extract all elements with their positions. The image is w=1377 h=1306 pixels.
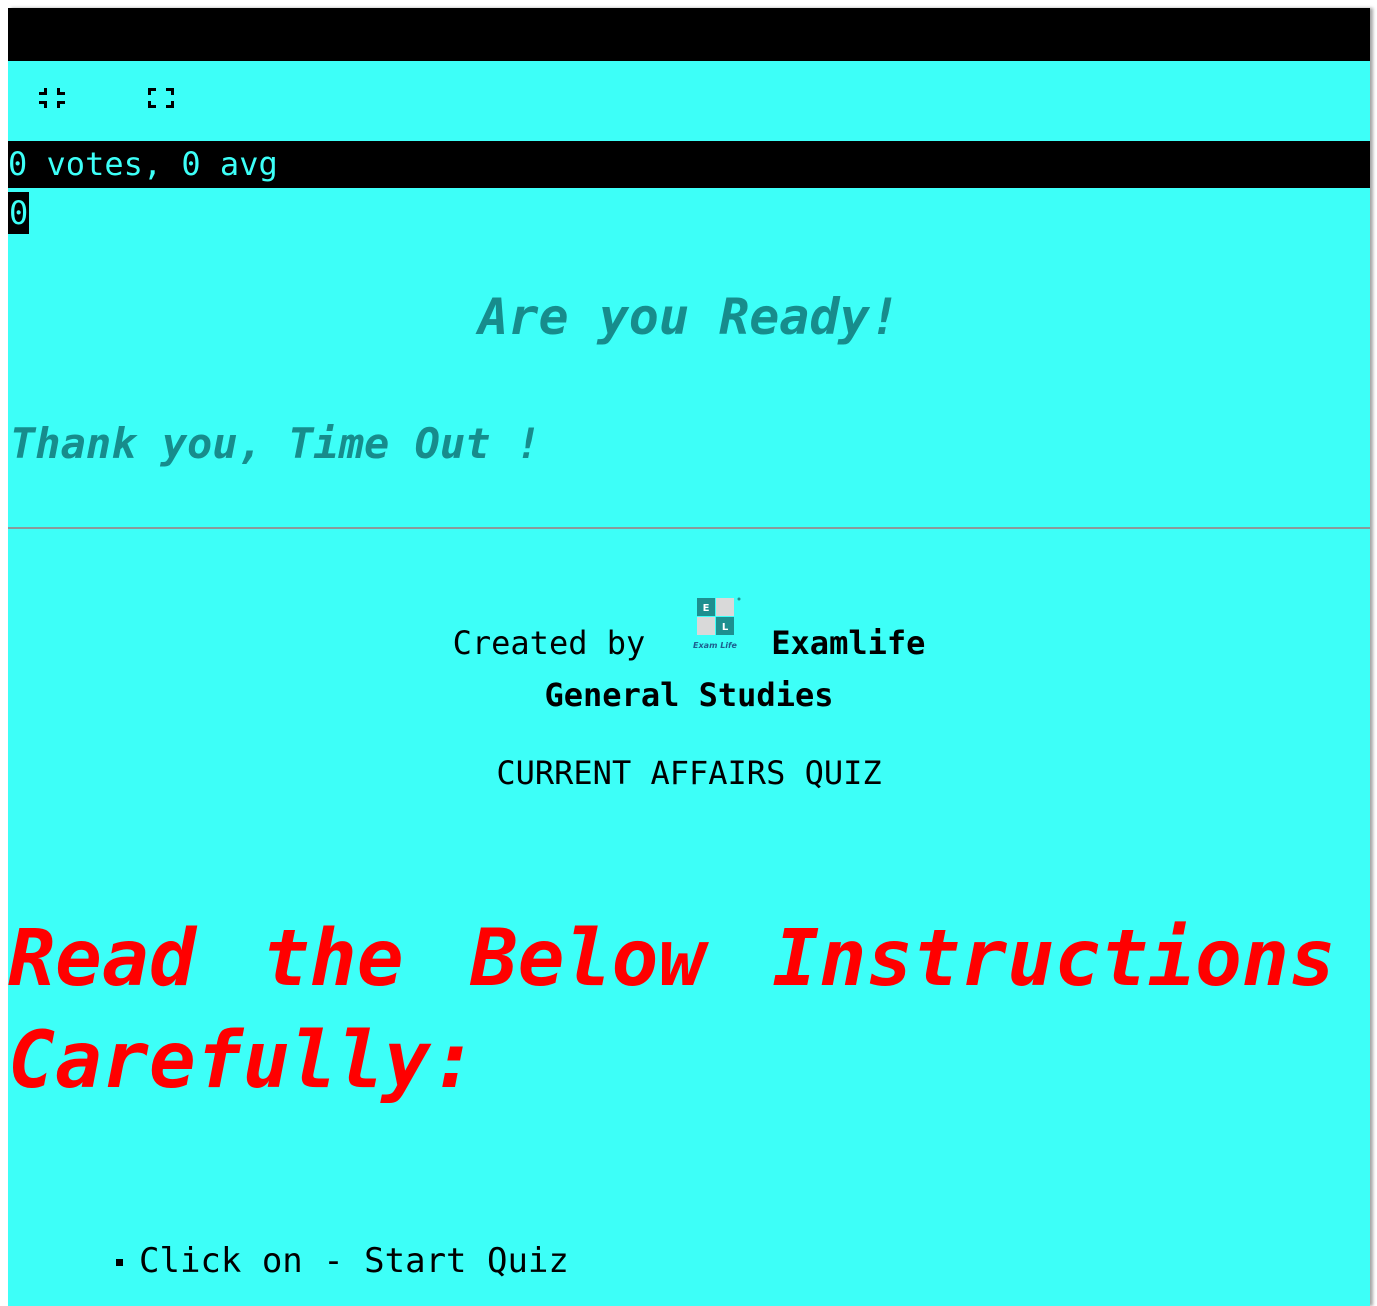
- created-by-line: Created by E L Exam Life Examlife: [8, 596, 1370, 668]
- instruction-step: Click on - Start Quiz: [139, 1241, 569, 1281]
- svg-text:L: L: [722, 622, 729, 633]
- instructions-heading: Read the Below Instructions Carefully:: [8, 914, 1336, 1106]
- instruction-list: Click on - Start Quiz: [116, 1236, 569, 1286]
- brand-name: Examlife: [771, 624, 926, 662]
- quiz-title: CURRENT AFFAIRS QUIZ: [496, 754, 882, 792]
- exit-fullscreen-button[interactable]: [36, 84, 68, 116]
- votes-summary: 0 votes, 0 avg: [8, 141, 1370, 188]
- fullscreen-button[interactable]: [145, 84, 177, 116]
- quiz-credits: Created by E L Exam Life Examlife Genera…: [8, 596, 1370, 798]
- quiz-toolbar: [8, 61, 1370, 141]
- svg-text:E: E: [703, 603, 710, 614]
- examlife-logo: E L Exam Life: [685, 596, 747, 658]
- svg-text:Exam Life: Exam Life: [693, 641, 737, 650]
- quiz-subject: General Studies: [544, 676, 834, 714]
- divider: [8, 527, 1370, 529]
- list-item: Click on - Start Quiz: [116, 1236, 569, 1286]
- bullet-icon: [116, 1259, 123, 1266]
- fullscreen-icon: [148, 88, 174, 108]
- top-bar: [8, 8, 1370, 61]
- exit-fullscreen-icon: [39, 88, 65, 108]
- vote-count: 0: [8, 192, 30, 234]
- created-by-label: Created by: [452, 624, 646, 662]
- ready-heading: Are you Ready!: [478, 288, 900, 346]
- quiz-container: 0 votes, 0 avg 0 Are you Ready! Thank yo…: [8, 8, 1370, 1306]
- timeout-message: Thank you, Time Out !: [10, 419, 542, 468]
